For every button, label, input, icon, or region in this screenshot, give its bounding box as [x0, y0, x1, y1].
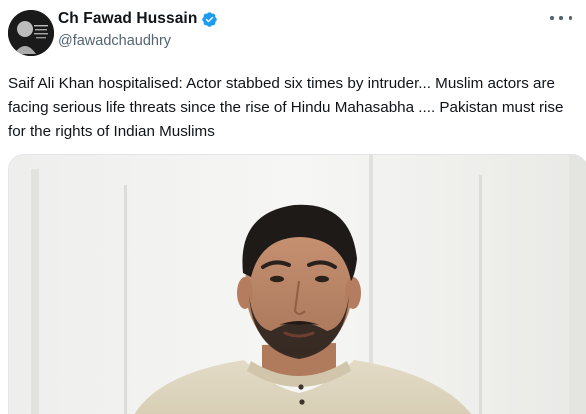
- tweet-text: Saif Ali Khan hospitalised: Actor stabbe…: [8, 75, 564, 140]
- author-name-row: Ch Fawad Hussain: [58, 10, 218, 28]
- author-display-name[interactable]: Ch Fawad Hussain: [58, 10, 197, 28]
- tweet-media-photo[interactable]: [8, 154, 586, 414]
- portrait-photo: [9, 155, 586, 414]
- avatar[interactable]: [8, 10, 54, 56]
- author-handle[interactable]: @fawadchaudhry: [58, 33, 171, 49]
- avatar-image: [8, 10, 54, 56]
- tweet-card: Ch Fawad Hussain @fawadchaudhry Saif Ali…: [0, 0, 586, 414]
- more-options-icon[interactable]: [550, 10, 572, 26]
- verified-badge-icon: [202, 11, 218, 27]
